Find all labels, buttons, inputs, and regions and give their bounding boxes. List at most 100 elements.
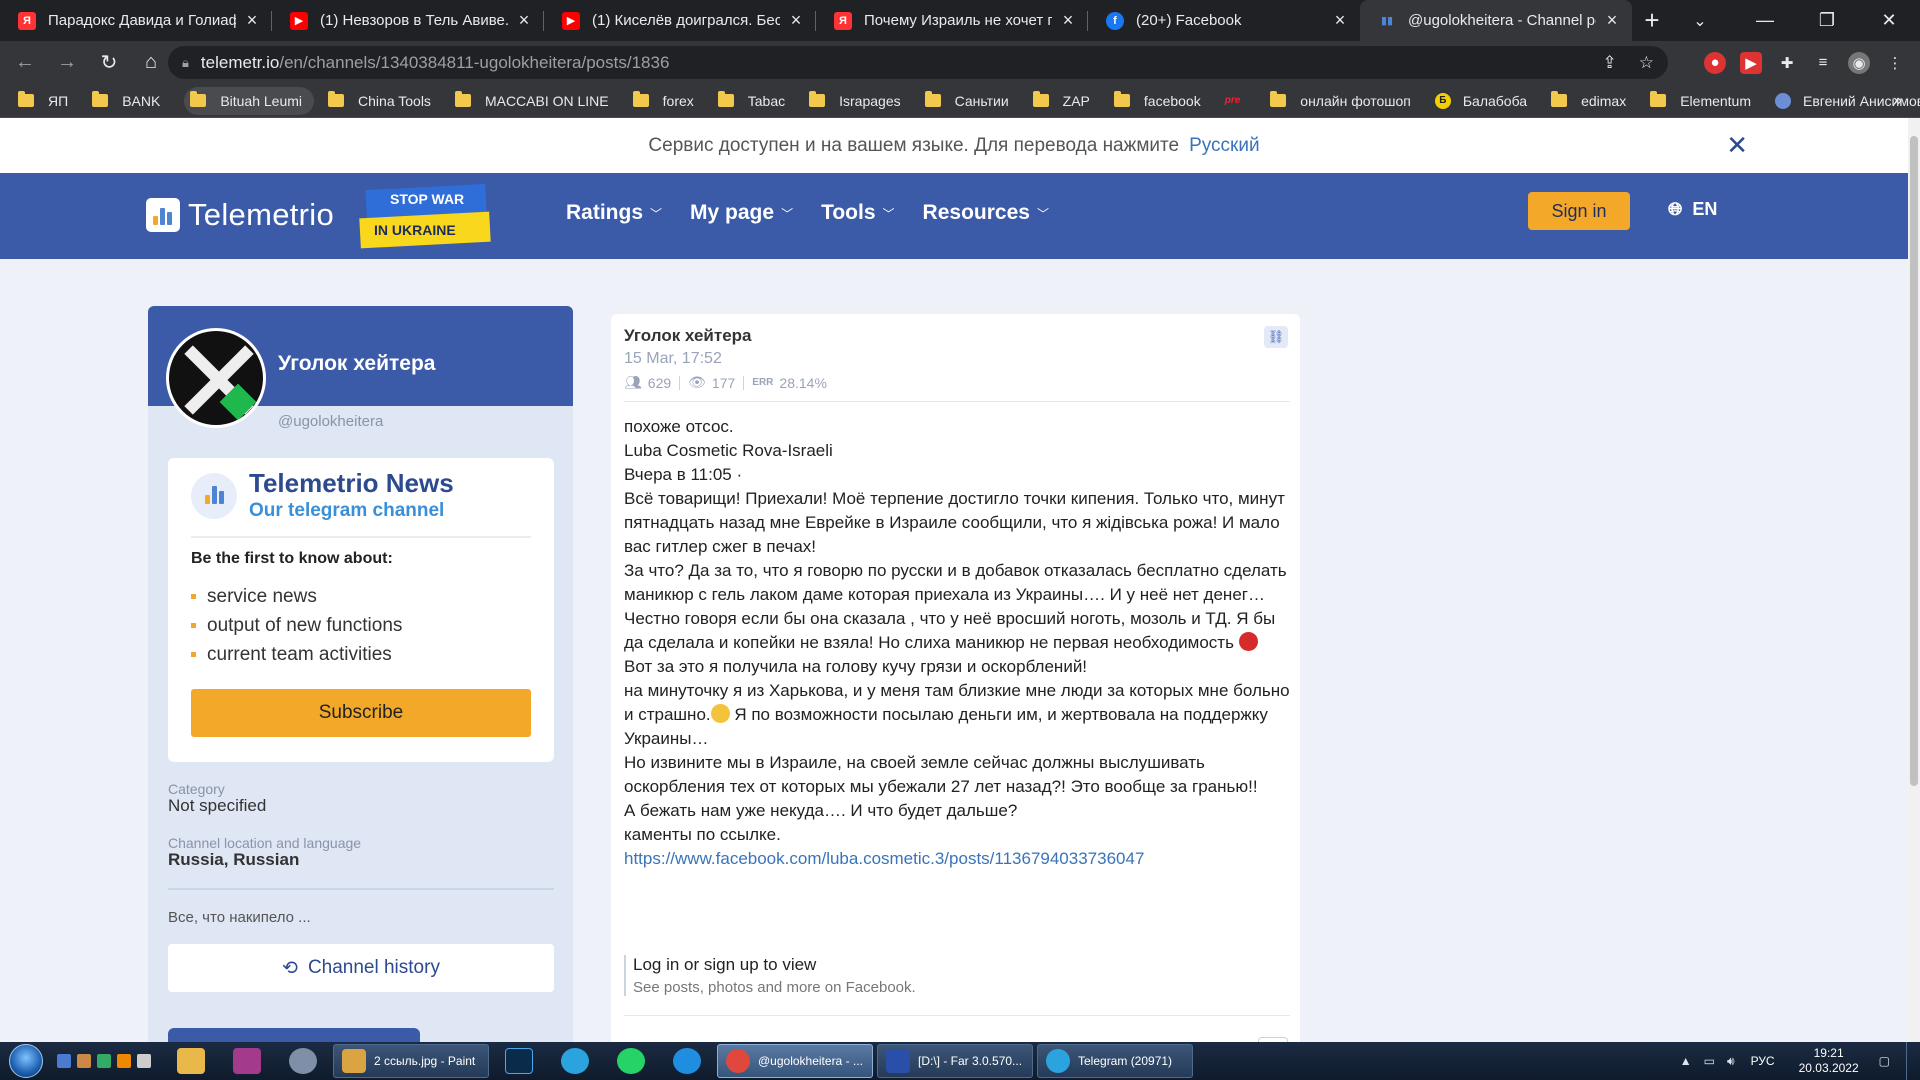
bookmark-item[interactable]: Elementum [1650,87,1761,115]
profile-avatar-icon[interactable]: ◉ [1848,51,1870,74]
address-bar[interactable]: 🔒︎ telemetr.io/en/channels/1340384811-ug… [168,46,1668,79]
menu-resources[interactable]: Resources ﹀ [923,201,1049,225]
bookmark-item[interactable]: Bituah Leumi [184,86,315,115]
bookmark-item[interactable]: China Tools [328,87,441,115]
show-desktop-button[interactable] [1906,1042,1920,1080]
media-extension-icon[interactable]: ▶ [1740,51,1762,74]
adblock-extension-icon[interactable]: ● [1704,51,1726,74]
media-queue-icon[interactable]: ≡ [1812,52,1834,74]
taskbar-window-far[interactable]: [D:\] - Far 3.0.570... [877,1044,1033,1078]
browser-tab[interactable]: ▶ (1) Киселёв доигрался. Бесс × [544,0,816,41]
network-icon[interactable]: ▭ [1704,1054,1715,1068]
post-line: Вот за это я получила на голову кучу гря… [624,657,1088,676]
site-header: Telemetrio STOP WAR IN UKRAINE Ratings ﹀ … [0,173,1908,259]
winrar-icon[interactable] [219,1043,275,1079]
new-tab-button[interactable]: + [1632,0,1672,41]
err-stat: ERR 28.14% [752,374,827,391]
url-text[interactable]: telemetr.io/en/channels/1340384811-ugolo… [201,53,669,73]
close-tab-icon[interactable]: × [516,10,532,31]
clock[interactable]: 19:21 20.03.2022 [1799,1046,1859,1076]
taskbar-window-chrome[interactable]: @ugolokheitera - ... [717,1044,873,1078]
link-icon[interactable]: ⛓︎ [1264,326,1288,348]
tab-search-icon[interactable]: ⌄ [1680,0,1720,41]
link-preview[interactable]: Log in or sign up to view See posts, pho… [624,955,916,996]
extensions-area: ● ▶ ✚ ≡ ◉ ⋮ [1704,46,1906,79]
taskbar-window-telegram[interactable]: Telegram (20971) [1037,1044,1193,1078]
bookmark-item[interactable]: Б Балабоба [1434,87,1537,115]
internet-explorer-icon[interactable] [659,1043,715,1079]
post-card: Уголок хейтера 15 Mar, 17:52 👥︎ 629 👁︎ 177… [611,314,1300,1042]
app-icon[interactable] [137,1054,151,1068]
bookmark-item[interactable]: forex [632,87,704,115]
translate-link[interactable]: Русский [1189,135,1260,157]
reload-icon[interactable]: ↻ [92,46,126,80]
app-icon[interactable] [77,1054,91,1068]
subscribe-button[interactable]: Subscribe [191,689,531,737]
browser-tab[interactable]: ▶ (1) Невзоров в Тель Авиве. Ч × [272,0,544,41]
post-text: похоже отсос. Luba Cosmetic Rova-Israeli… [624,415,1290,871]
bookmark-item[interactable]: Tabac [717,87,795,115]
photoshop-icon[interactable] [491,1043,547,1079]
close-window-icon[interactable]: ✕ [1858,0,1920,41]
bookmark-item[interactable]: edimax [1551,87,1636,115]
start-button[interactable] [9,1044,43,1078]
browser-tab[interactable]: Я Парадокс Давида и Голиафа × [0,0,272,41]
app-icon[interactable] [97,1054,111,1068]
back-icon[interactable]: ← [8,46,42,80]
browser-tab[interactable]: f (20+) Facebook × [1088,0,1360,41]
post-link-url[interactable]: https://www.facebook.com/luba.cosmetic.3… [624,847,1290,871]
whatsapp-icon[interactable] [603,1043,659,1079]
restore-icon[interactable]: ❐ [1796,0,1858,41]
close-tab-icon[interactable]: × [1060,10,1076,31]
post-author[interactable]: Уголок хейтера [624,326,752,346]
language-selector[interactable]: 🌐︎ EN [1668,199,1717,220]
bookmark-item[interactable]: ZAP [1032,87,1100,115]
channel-history-button[interactable]: ⟲ Channel history [168,944,554,992]
site-logo[interactable]: Telemetrio [146,197,334,233]
channel-title: Уголок хейтера [278,352,436,375]
bookmark-item[interactable]: Саньтии [924,87,1019,115]
volume-icon[interactable]: 🔊︎ [1727,1054,1735,1069]
taskbar-window-paint[interactable]: 2 ссыль.jpg - Paint [333,1044,489,1078]
bookmarks-overflow-icon[interactable]: » [1893,92,1902,110]
close-icon[interactable]: ✕ [1726,130,1748,161]
input-language[interactable]: РУС [1751,1054,1775,1068]
show-hidden-icons-icon[interactable]: ▲ [1680,1054,1692,1068]
bookmark-item[interactable]: BANK [92,87,170,115]
sign-in-button[interactable]: Sign in [1528,192,1630,230]
close-tab-icon[interactable]: × [788,10,804,31]
home-icon[interactable]: ⌂ [134,46,168,80]
action-center-icon[interactable]: ▢ [1879,1054,1890,1068]
app-icon[interactable] [117,1054,131,1068]
menu-my-page[interactable]: My page ﹀ [690,201,793,225]
bookmark-item[interactable]: pre [1225,87,1257,115]
explorer-icon[interactable] [163,1043,219,1079]
minimize-icon[interactable]: — [1734,0,1796,41]
bookmark-star-icon[interactable]: ☆ [1639,53,1654,73]
scrollbar-thumb[interactable] [1910,136,1918,786]
channel-sidebar: Уголок хейтера @ugolokheitera Telemetrio… [148,306,573,1042]
bookmark-item[interactable]: ЯП [18,87,78,115]
app-icon[interactable] [57,1054,71,1068]
forward-icon[interactable]: → [50,46,84,80]
close-tab-icon[interactable]: × [1332,10,1348,31]
bookmark-item[interactable]: MACCABI ON LINE [454,87,619,115]
browser-tab-active[interactable]: ▮▮ @ugolokheitera - Channel po × [1360,0,1632,41]
extensions-puzzle-icon[interactable]: ✚ [1776,52,1798,74]
chrome-menu-icon[interactable]: ⋮ [1884,52,1906,74]
share-icon[interactable]: ⇪ [1603,53,1617,73]
app-icon[interactable] [275,1043,331,1079]
bookmark-item[interactable]: Israpages [809,87,910,115]
bookmark-item[interactable]: facebook [1113,87,1211,115]
bookmark-item[interactable]: онлайн фотошоп [1270,87,1421,115]
close-tab-icon[interactable]: × [1604,10,1620,31]
close-tab-icon[interactable]: × [244,10,260,31]
stop-war-banner: STOP WAR IN UKRAINE [359,183,492,249]
telegram-quick-icon[interactable] [547,1043,603,1079]
browser-tab[interactable]: Я Почему Израиль не хочет п × [816,0,1088,41]
page-scrollbar[interactable] [1908,118,1920,1042]
menu-ratings[interactable]: Ratings ﹀ [566,201,662,225]
bookmark-label: Elementum [1680,92,1752,109]
lock-icon[interactable]: 🔒︎ [182,55,189,71]
menu-tools[interactable]: Tools ﹀ [821,201,894,225]
